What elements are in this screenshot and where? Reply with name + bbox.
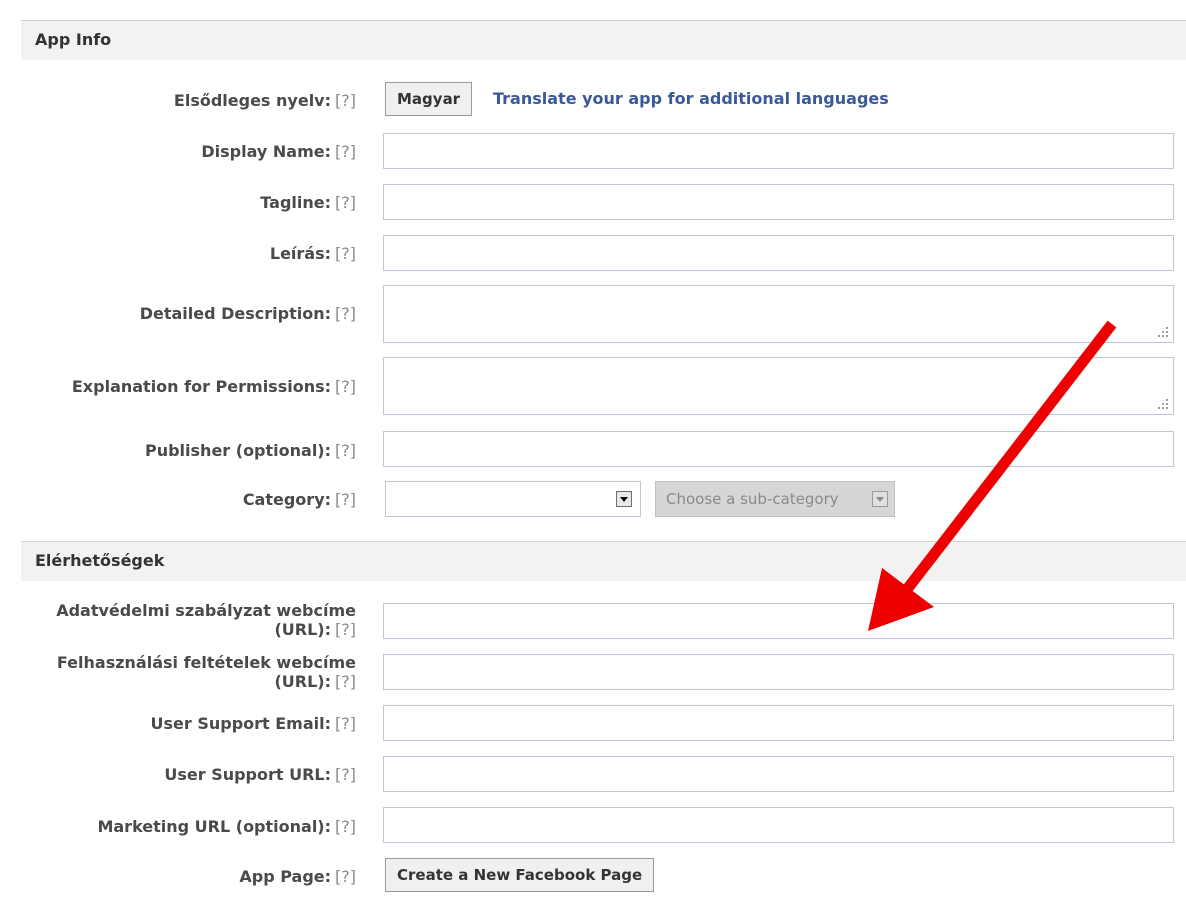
red-arrow-icon — [868, 320, 1117, 631]
